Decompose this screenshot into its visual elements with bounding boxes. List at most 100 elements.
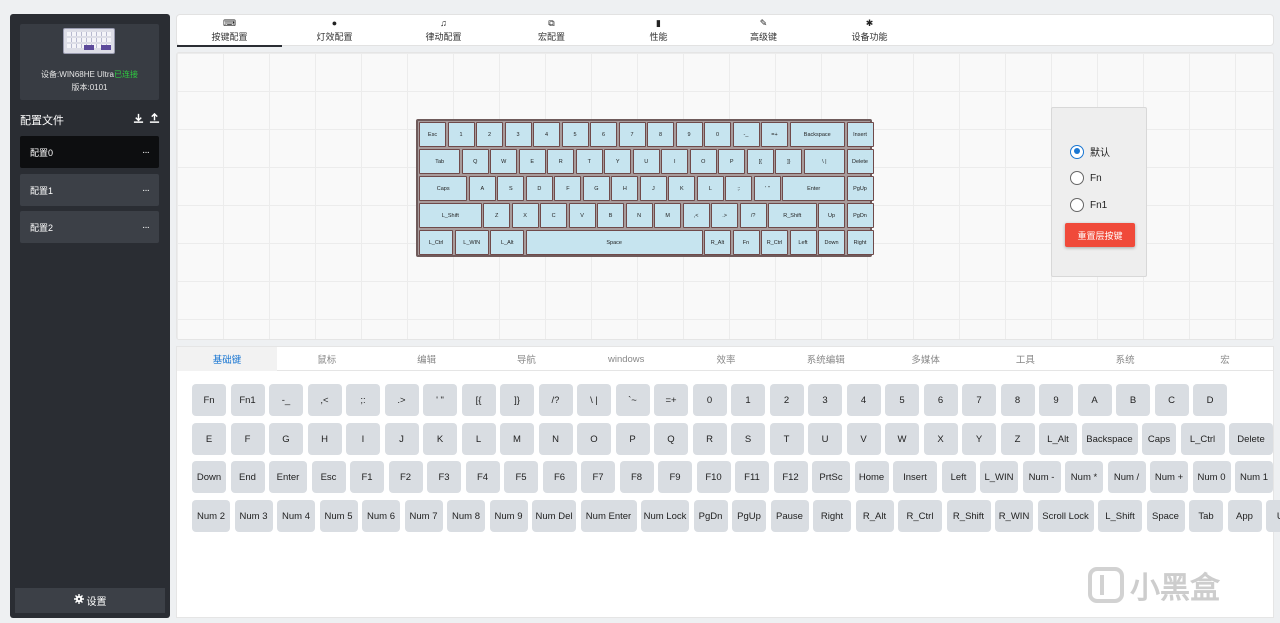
palette-key[interactable]: D <box>1193 384 1227 416</box>
tab-macro-config[interactable]: ⧉ 宏配置 <box>499 15 604 47</box>
keyboard-key[interactable]: ]} <box>775 149 803 174</box>
palette-key[interactable]: V <box>846 423 881 455</box>
category-tab[interactable]: 系统编辑 <box>776 347 876 371</box>
keyboard-key[interactable]: Delete <box>846 149 874 174</box>
layer-option-fn1[interactable]: Fn1 <box>1070 198 1107 212</box>
palette-key[interactable]: Enter <box>269 461 307 493</box>
tab-light-config[interactable]: ● 灯效配置 <box>282 15 387 47</box>
palette-key[interactable]: E <box>192 423 226 455</box>
category-tab[interactable]: 编辑 <box>377 347 477 371</box>
keyboard-key[interactable]: Z <box>483 203 511 228</box>
radio-icon[interactable] <box>1070 144 1084 159</box>
keyboard-key[interactable]: Y <box>604 149 632 174</box>
keyboard-key[interactable]: K <box>668 176 696 201</box>
palette-key[interactable]: J <box>384 423 419 455</box>
palette-key[interactable]: Num 7 <box>404 500 443 532</box>
category-tab[interactable]: 导航 <box>476 347 576 371</box>
palette-key[interactable]: R_Shift <box>946 500 991 532</box>
palette-key[interactable]: Num 9 <box>489 500 528 532</box>
palette-key[interactable]: R <box>692 423 727 455</box>
palette-key[interactable]: 3 <box>808 384 842 416</box>
keyboard-key[interactable]: A <box>468 176 496 201</box>
palette-key[interactable]: T <box>769 423 804 455</box>
palette-key[interactable]: =+ <box>654 384 688 416</box>
radio-icon[interactable] <box>1070 198 1084 212</box>
palette-key[interactable]: 5 <box>885 384 919 416</box>
palette-key[interactable]: 1 <box>731 384 765 416</box>
keyboard-key[interactable]: .> <box>711 203 739 228</box>
palette-key[interactable]: Pause <box>770 500 809 532</box>
palette-key[interactable]: F9 <box>658 461 692 493</box>
more-icon[interactable]: ··· <box>142 185 150 196</box>
keyboard-key[interactable]: E <box>518 149 546 174</box>
keyboard-key[interactable]: [{ <box>746 149 774 174</box>
palette-key[interactable]: B <box>1116 384 1150 416</box>
category-tab[interactable]: 基础键 <box>177 347 277 371</box>
palette-key[interactable]: F <box>230 423 265 455</box>
tab-device-functions[interactable]: ✱ 设备功能 <box>817 15 922 47</box>
keyboard-key[interactable]: R_Shift <box>768 203 817 228</box>
palette-key[interactable]: F12 <box>773 461 808 493</box>
keyboard-key[interactable]: ,< <box>682 203 710 228</box>
palette-key[interactable]: F1 <box>350 461 384 493</box>
palette-key[interactable]: R_WIN <box>995 500 1033 532</box>
tab-performance[interactable]: ▮ 性能 <box>606 15 711 47</box>
keyboard-key[interactable]: M <box>654 203 682 228</box>
profile-item-1[interactable]: 配置1 ··· <box>20 174 159 206</box>
palette-key[interactable]: Delete <box>1229 423 1273 455</box>
keyboard-key[interactable]: =+ <box>761 122 788 147</box>
palette-key[interactable]: F5 <box>504 461 538 493</box>
category-tab[interactable]: 效率 <box>676 347 776 371</box>
category-tab[interactable]: 工具 <box>975 347 1075 371</box>
more-icon[interactable]: ··· <box>142 147 150 158</box>
palette-key[interactable]: M <box>500 423 534 455</box>
palette-key[interactable]: F8 <box>619 461 654 493</box>
palette-key[interactable]: Y <box>962 423 996 455</box>
keyboard-key[interactable]: D <box>525 176 553 201</box>
keyboard-key[interactable]: R <box>547 149 575 174</box>
palette-key[interactable]: Space <box>1146 500 1185 532</box>
category-tab[interactable]: 多媒体 <box>876 347 976 371</box>
keyboard-key[interactable]: 3 <box>504 122 532 147</box>
keyboard-key[interactable]: U <box>632 149 660 174</box>
palette-key[interactable]: F6 <box>542 461 577 493</box>
keyboard-key[interactable]: I <box>661 149 689 174</box>
tab-rhythm-config[interactable]: ♫ 律动配置 <box>391 15 496 47</box>
palette-key[interactable]: F4 <box>465 461 500 493</box>
keyboard-key[interactable]: P <box>718 149 746 174</box>
palette-key[interactable]: 8 <box>1000 384 1035 416</box>
keyboard-key[interactable]: N <box>625 203 653 228</box>
keyboard-key[interactable]: T <box>575 149 603 174</box>
palette-key[interactable]: /? <box>538 384 573 416</box>
palette-key[interactable]: Tab <box>1189 500 1223 532</box>
palette-key[interactable]: Home <box>854 461 889 493</box>
category-tab[interactable]: windows <box>576 347 676 371</box>
more-icon[interactable]: ··· <box>142 222 150 233</box>
keyboard-key[interactable]: R_Alt <box>704 230 731 255</box>
palette-key[interactable]: U <box>808 423 842 455</box>
keyboard-key[interactable]: 2 <box>476 122 503 147</box>
palette-key[interactable]: Num 5 <box>319 500 358 532</box>
palette-key[interactable]: ]} <box>500 384 534 416</box>
download-icon[interactable] <box>133 113 144 127</box>
palette-key[interactable]: F2 <box>388 461 423 493</box>
palette-key[interactable]: Scroll Lock <box>1037 500 1094 532</box>
palette-key[interactable]: O <box>577 423 611 455</box>
palette-key[interactable]: Num 6 <box>362 500 400 532</box>
keyboard-key[interactable]: C <box>540 203 568 228</box>
palette-key[interactable]: Num 3 <box>234 500 273 532</box>
palette-key[interactable]: I <box>346 423 380 455</box>
palette-key[interactable]: R_Ctrl <box>898 500 942 532</box>
category-tab[interactable]: 宏 <box>1175 347 1275 371</box>
keyboard-key[interactable]: F <box>554 176 582 201</box>
palette-key[interactable]: ;: <box>346 384 380 416</box>
palette-key[interactable]: F11 <box>735 461 769 493</box>
profile-item-2[interactable]: 配置2 ··· <box>20 211 159 243</box>
palette-key[interactable]: ,< <box>307 384 342 416</box>
palette-key[interactable]: Num 0 <box>1192 461 1231 493</box>
palette-key[interactable]: Num Lock <box>641 500 689 532</box>
palette-key[interactable]: L <box>461 423 496 455</box>
keyboard-key[interactable]: 1 <box>447 122 475 147</box>
keyboard-key[interactable]: L_Ctrl <box>419 230 454 255</box>
keyboard-key[interactable]: L_Alt <box>490 230 525 255</box>
